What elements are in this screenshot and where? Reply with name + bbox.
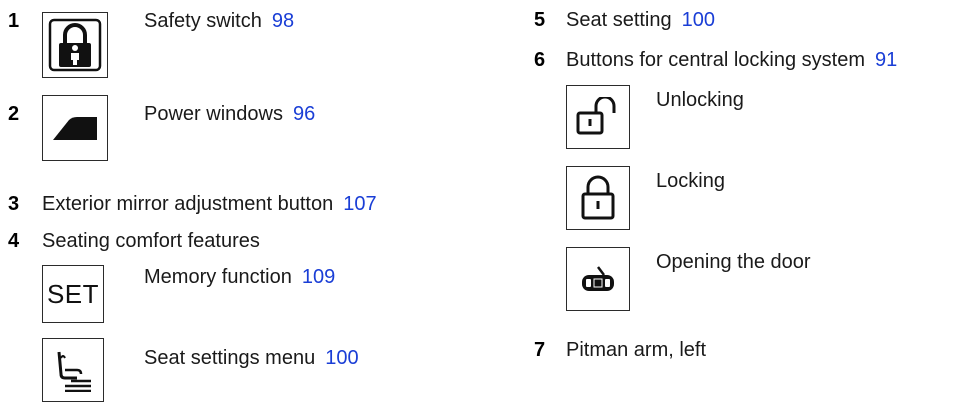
item-5-label: Seat setting 100 [566,8,715,32]
item-number-2: 2 [8,103,20,125]
memory-function-text: Memory function [144,266,292,288]
item-number-4: 4 [8,230,20,252]
central-locking-page-link[interactable]: 91 [875,49,897,71]
item-4b-label: Seat settings menu 100 [144,346,359,370]
power-window-icon[interactable] [42,95,108,161]
item-6c-label: Opening the door [656,251,811,273]
item-6a-label: Unlocking [656,89,744,111]
item-number-5: 5 [534,9,546,31]
seat-setting-page-link[interactable]: 100 [682,9,715,31]
lock-icon[interactable] [566,166,630,230]
mirror-adjust-page-link[interactable]: 107 [343,193,376,215]
item-7-label: Pitman arm, left [566,339,707,361]
item-6-label: Buttons for central locking system 91 [566,48,897,72]
child-lock-icon[interactable] [42,12,108,78]
memory-function-page-link[interactable]: 109 [302,266,335,288]
item-number-1: 1 [8,10,20,32]
item-number-7: 7 [534,339,546,361]
seat-settings-menu-page-link[interactable]: 100 [325,347,358,369]
item-4-label: Seating comfort features [42,230,260,252]
door-open-icon[interactable] [566,247,630,311]
seat-settings-icon[interactable] [42,338,104,402]
item-number-3: 3 [8,193,20,215]
item-number-6: 6 [534,49,546,71]
item-4a-label: Memory function 109 [144,265,335,289]
set-icon-text: SET [46,279,100,309]
safety-switch-text: Safety switch [144,10,262,32]
seat-settings-menu-text: Seat settings menu [144,347,316,369]
central-locking-text: Buttons for central locking system [566,49,866,71]
safety-switch-page-link[interactable]: 98 [272,10,294,32]
item-3-label: Exterior mirror adjustment button 107 [42,192,377,216]
unlock-icon[interactable] [566,85,630,149]
item-1-label: Safety switch 98 [144,9,294,33]
mirror-adjust-text: Exterior mirror adjustment button [42,193,334,215]
power-windows-text: Power windows [144,103,283,125]
item-6b-label: Locking [656,170,725,192]
set-memory-icon[interactable]: SET [42,265,104,323]
item-2-label: Power windows 96 [144,102,315,126]
seat-setting-text: Seat setting [566,9,672,31]
power-windows-page-link[interactable]: 96 [293,103,315,125]
